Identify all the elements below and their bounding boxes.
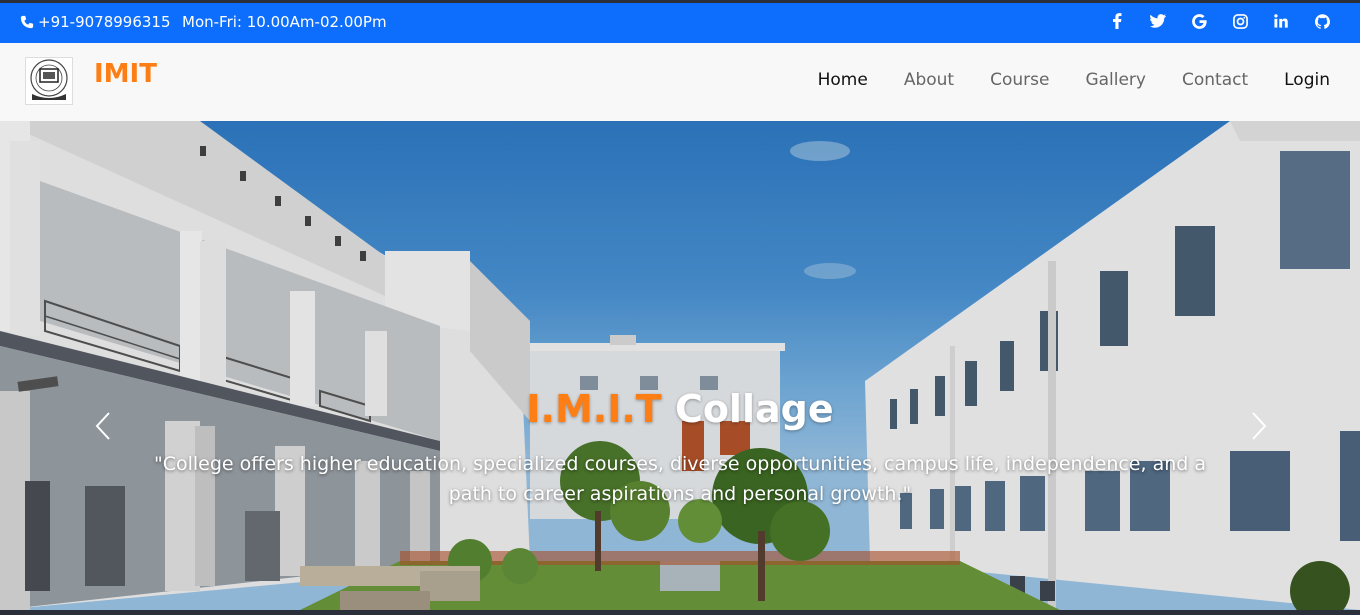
nav-item-course[interactable]: Course [990, 70, 1049, 90]
nav-item-login[interactable]: Login [1284, 70, 1330, 90]
hero-carousel: I.M.I.T Collage "College offers higher e… [0, 121, 1360, 610]
office-hours: Mon-Fri: 10.00Am-02.00Pm [182, 13, 387, 31]
nav-menu: Home About Course Gallery Contact Login [782, 70, 1330, 90]
twitter-icon[interactable] [1150, 13, 1166, 29]
nav-item-gallery[interactable]: Gallery [1085, 70, 1146, 90]
instagram-icon[interactable] [1232, 13, 1248, 29]
hero-title-rest: Collage [674, 387, 834, 431]
google-icon[interactable] [1191, 13, 1207, 29]
hero-title: I.M.I.T Collage [0, 387, 1360, 431]
main-navbar: IMIT Home About Course Gallery Contact L… [0, 43, 1360, 121]
college-logo[interactable] [25, 57, 73, 105]
github-icon[interactable] [1314, 13, 1330, 29]
phone-contact: +91-9078996315 [20, 13, 171, 31]
phone-icon [20, 15, 34, 29]
linkedin-icon[interactable] [1273, 13, 1289, 29]
bottom-divider [0, 610, 1360, 615]
phone-number: +91-9078996315 [38, 13, 171, 31]
nav-item-about[interactable]: About [904, 70, 954, 90]
nav-item-home[interactable]: Home [818, 70, 868, 90]
social-links [1084, 13, 1330, 29]
hero-title-accent: I.M.I.T [526, 387, 662, 431]
top-contact-bar: +91-9078996315 Mon-Fri: 10.00Am-02.00Pm [0, 0, 1360, 43]
hero-subtitle: "College offers higher education, specia… [153, 453, 1207, 505]
hero-overlay [0, 121, 1360, 610]
brand-name[interactable]: IMIT [94, 59, 157, 89]
facebook-icon[interactable] [1109, 13, 1125, 29]
nav-item-contact[interactable]: Contact [1182, 70, 1248, 90]
